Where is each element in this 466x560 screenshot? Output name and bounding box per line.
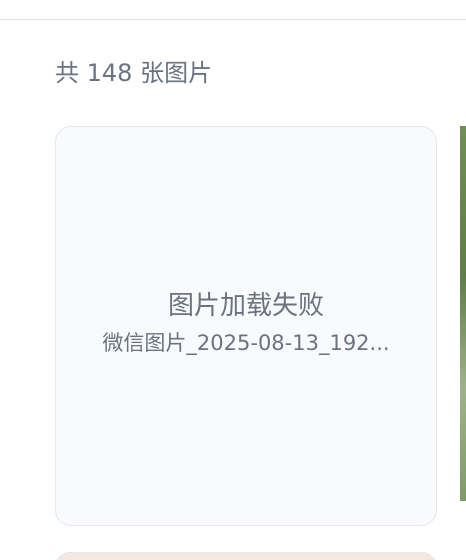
- image-filename: 微信图片_2025-08-13_192...: [102, 331, 390, 355]
- gallery-page: 共 148 张图片 图片加载失败 微信图片_2025-08-13_192...: [0, 0, 466, 560]
- top-divider: [0, 19, 466, 20]
- image-load-failed-text: 图片加载失败: [167, 291, 324, 321]
- image-error-placeholder: 图片加载失败 微信图片_2025-08-13_192...: [56, 289, 436, 357]
- below-image-card[interactable]: [55, 552, 437, 560]
- next-image-card-thumbnail[interactable]: [460, 126, 466, 501]
- image-card-failed[interactable]: 图片加载失败 微信图片_2025-08-13_192...: [55, 126, 437, 526]
- image-count-label: 共 148 张图片: [55, 59, 213, 87]
